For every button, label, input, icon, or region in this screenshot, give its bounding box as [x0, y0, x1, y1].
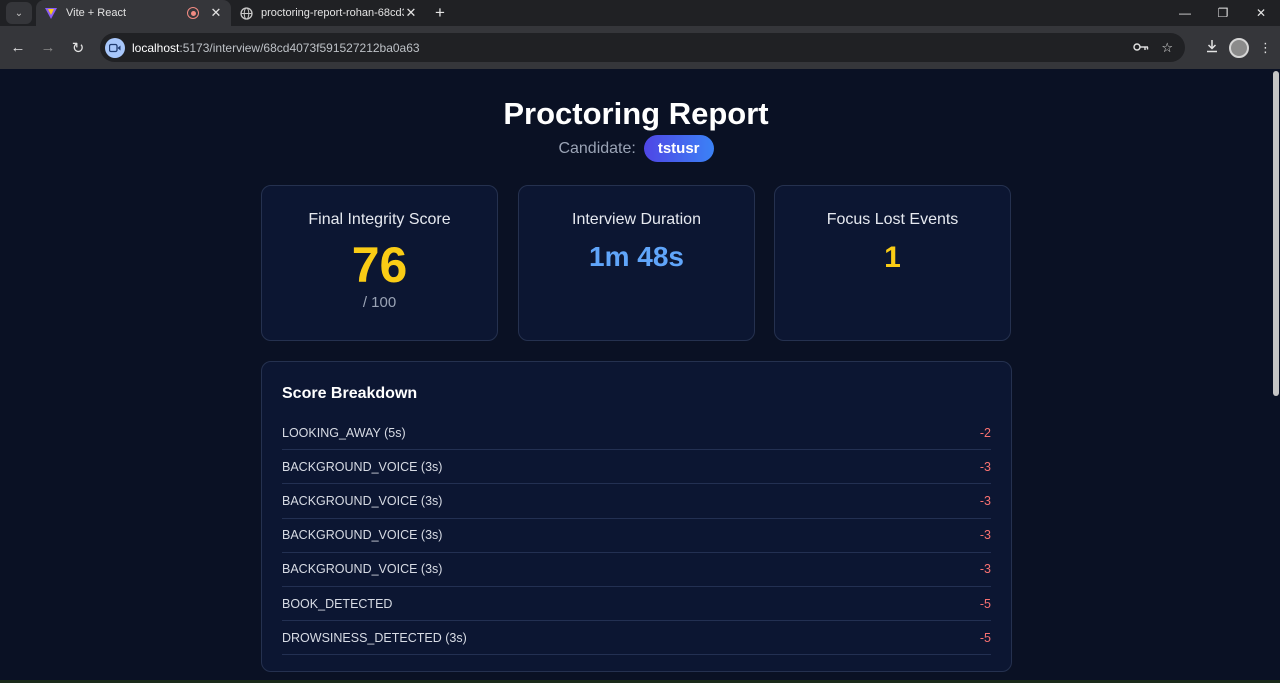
breakdown-row: BACKGROUND_VOICE (3s) -3: [282, 484, 991, 519]
arrow-right-icon: →: [40, 39, 56, 56]
toolbar-actions: ⋮: [1205, 26, 1272, 69]
key-icon[interactable]: [1133, 40, 1149, 55]
candidate-badge: tstusr: [643, 135, 714, 162]
event-name: BACKGROUND_VOICE (3s): [282, 562, 443, 577]
browser-tab-bar: ⌄ Vite + React ✕ proctoring-report-rohan…: [0, 0, 1280, 26]
event-name: BOOK_DETECTED: [282, 596, 393, 611]
url-path: :5173/interview/68cd4073f591527212ba0a63: [179, 40, 420, 55]
breakdown-row: BACKGROUND_VOICE (3s) -3: [282, 553, 991, 587]
restore-icon[interactable]: ❐: [1204, 0, 1242, 26]
event-name: DROWSINESS_DETECTED (3s): [282, 630, 467, 645]
card-label: Final Integrity Score: [308, 211, 451, 228]
candidate-info: Candidate: tstusr: [0, 135, 1272, 162]
interview-duration-card: Interview Duration 1m 48s: [518, 185, 755, 341]
integrity-score-card: Final Integrity Score 76 / 100: [261, 185, 498, 341]
breakdown-title: Score Breakdown: [282, 385, 418, 402]
address-bar[interactable]: localhost:5173/interview/68cd4073f591527…: [100, 33, 1185, 62]
penalty-value: -3: [979, 562, 991, 577]
card-label: Interview Duration: [572, 211, 701, 228]
breakdown-row: LOOKING_AWAY (5s) -2: [282, 416, 991, 451]
plus-icon: +: [435, 3, 445, 22]
penalty-value: -3: [979, 459, 991, 474]
page-scrollbar[interactable]: [1272, 69, 1280, 683]
breakdown-row: BACKGROUND_VOICE (3s) -3: [282, 450, 991, 485]
address-bar-actions: ☆: [1133, 33, 1173, 62]
tab-vite-react[interactable]: Vite + React ✕: [36, 0, 231, 26]
close-tab-icon[interactable]: ✕: [404, 5, 418, 21]
event-name: LOOKING_AWAY (5s): [282, 425, 406, 440]
minimize-icon[interactable]: —: [1166, 0, 1204, 26]
reload-button[interactable]: ↻: [63, 33, 93, 63]
penalty-value: -3: [979, 493, 991, 508]
bookmark-star-icon[interactable]: ☆: [1161, 40, 1173, 56]
vite-icon: [44, 6, 58, 20]
candidate-label: Candidate:: [558, 139, 636, 157]
url-text: localhost:5173/interview/68cd4073f591527…: [132, 41, 420, 55]
camera-permission-icon[interactable]: [105, 37, 125, 58]
url-host: localhost: [132, 40, 180, 55]
breakdown-row: BACKGROUND_VOICE (3s) -3: [282, 519, 991, 553]
event-name: BACKGROUND_VOICE (3s): [282, 459, 443, 474]
report-page: Proctoring Report Candidate: tstusr Fina…: [0, 69, 1272, 683]
breakdown-row: BOOK_DETECTED -5: [282, 587, 991, 622]
event-name: BACKGROUND_VOICE (3s): [282, 493, 443, 508]
globe-icon: [239, 6, 253, 20]
chevron-down-icon: ⌄: [14, 7, 24, 19]
profile-avatar[interactable]: [1229, 37, 1249, 58]
focus-lost-value: 1: [884, 241, 901, 274]
tab-title: proctoring-report-rohan-68cd3: [261, 7, 404, 19]
scrollbar-thumb[interactable]: [1273, 71, 1279, 396]
download-icon[interactable]: [1205, 39, 1219, 56]
close-tab-icon[interactable]: ✕: [209, 5, 223, 21]
integrity-score-value: 76: [351, 237, 408, 293]
tab-search-button[interactable]: ⌄: [6, 2, 32, 24]
score-breakdown-panel: Score Breakdown LOOKING_AWAY (5s) -2 BACK…: [261, 361, 1012, 672]
card-label: Focus Lost Events: [826, 211, 959, 228]
event-name: BACKGROUND_VOICE (3s): [282, 528, 443, 543]
score-max: / 100: [362, 293, 397, 311]
browser-toolbar: ← → ↻ localhost:5173/interview/68cd4073f…: [0, 26, 1280, 69]
tab-proctoring-report[interactable]: proctoring-report-rohan-68cd3 ✕: [231, 0, 426, 26]
more-menu-icon[interactable]: ⋮: [1259, 40, 1272, 56]
close-window-icon[interactable]: ✕: [1242, 0, 1280, 26]
tab-title: Vite + React: [66, 7, 127, 19]
forward-button[interactable]: →: [33, 33, 63, 63]
focus-lost-card: Focus Lost Events 1: [774, 185, 1011, 341]
new-tab-button[interactable]: +: [426, 0, 454, 26]
breakdown-row: DROWSINESS_DETECTED (3s) -5: [282, 621, 991, 656]
penalty-value: -5: [979, 596, 991, 611]
back-button[interactable]: ←: [3, 33, 33, 63]
page-title: Proctoring Report: [503, 96, 769, 131]
duration-value: 1m 48s: [589, 241, 684, 272]
penalty-value: -5: [979, 630, 991, 645]
breakdown-list: LOOKING_AWAY (5s) -2 BACKGROUND_VOICE (3s…: [282, 416, 991, 656]
recording-icon: [187, 7, 199, 19]
reload-icon: ↻: [71, 39, 85, 57]
penalty-value: -2: [979, 425, 991, 440]
penalty-value: -3: [979, 528, 991, 543]
arrow-left-icon: ←: [10, 39, 26, 56]
window-controls: — ❐ ✕: [1166, 0, 1280, 26]
